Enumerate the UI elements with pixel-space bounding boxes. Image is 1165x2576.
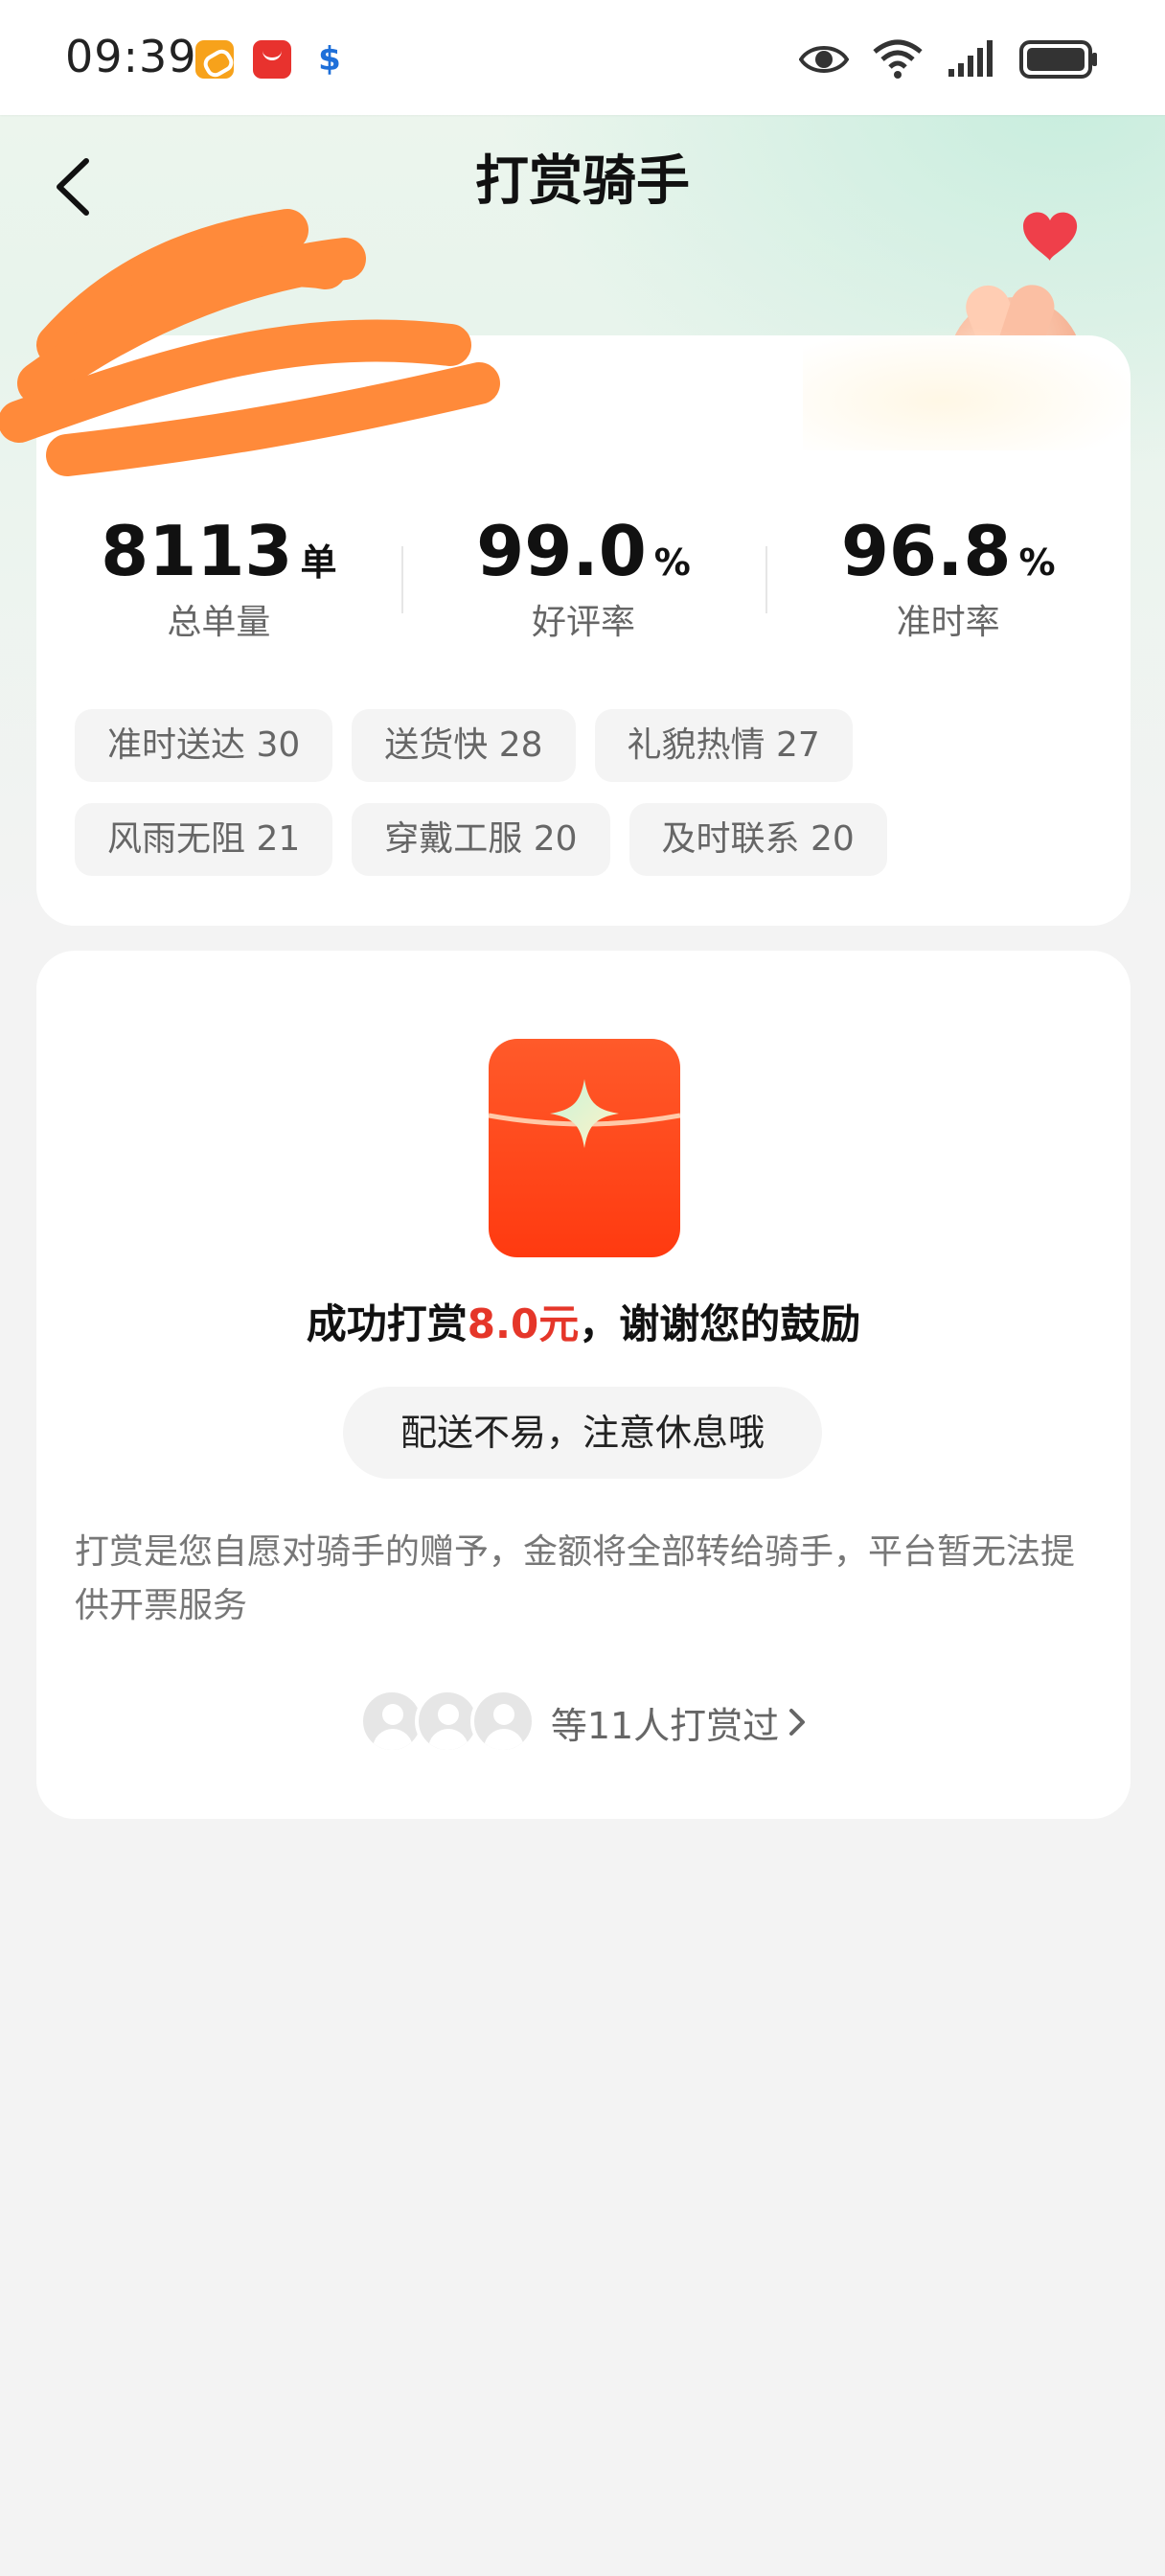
- stat-value: 99.0: [476, 511, 647, 591]
- tippers-count-label: 等11人打赏过: [550, 1704, 780, 1747]
- reward-msg-suffix: ，谢谢您的鼓励: [579, 1300, 861, 1347]
- stat-label: 准时率: [896, 603, 1000, 642]
- meituan-icon: [195, 40, 234, 79]
- huawei-store-icon: [253, 40, 291, 79]
- wifi-icon: [872, 38, 924, 80]
- reward-msg-prefix: 成功打赏: [306, 1300, 468, 1347]
- alipay-icon: $: [318, 40, 341, 79]
- review-tag: 礼貌热情 27: [594, 709, 853, 782]
- reward-notice: 打赏是您自愿对骑手的赠予，金额将全部转给骑手，平台暂无法提供开票服务: [75, 1532, 1076, 1625]
- reward-amount: 8.0元: [467, 1300, 580, 1347]
- stats-row: 8113 单 总单量 99.0% 好评率 96.8% 准时率: [36, 508, 1131, 661]
- avatar: [469, 1689, 536, 1754]
- tippers-link[interactable]: 等11人打赏过: [36, 1689, 1131, 1756]
- reward-card: 成功打赏8.0元，谢谢您的鼓励 配送不易，注意休息哦 打赏是您自愿对骑手的赠予，…: [36, 951, 1131, 1819]
- stat-value: 96.8: [840, 511, 1012, 591]
- eye-icon: [799, 42, 849, 77]
- stat-unit: 单: [300, 541, 337, 584]
- redacted-rider-name: [0, 209, 500, 476]
- stat-unit: %: [653, 541, 691, 584]
- status-time: 09:39: [65, 31, 197, 82]
- stat-unit: %: [1018, 541, 1056, 584]
- review-tag: 送货快 28: [352, 709, 576, 782]
- stat-value: 8113: [101, 511, 293, 591]
- review-tag: 风雨无阻 21: [75, 803, 333, 876]
- reward-success-message: 成功打赏8.0元，谢谢您的鼓励: [36, 1296, 1131, 1353]
- review-tag: 准时送达 30: [75, 709, 333, 782]
- status-bar: 09:39 $: [0, 0, 1165, 115]
- stat-total-orders: 8113 单 总单量: [36, 508, 401, 661]
- review-tag: 及时联系 20: [628, 803, 887, 876]
- stat-label: 总单量: [167, 603, 271, 642]
- page: 09:39 $ 打赏骑手 8113 单 总单量 99.0 % 好评率 96.8 …: [0, 0, 1165, 2576]
- review-tags: 准时送达 30 送货快 28 礼貌热情 27 风雨无阻 21 穿戴工服 20 及…: [75, 709, 1109, 897]
- battery-icon: [1019, 40, 1098, 79]
- stat-ontime-rate: 96.8% 准时率: [765, 508, 1131, 661]
- signal-icon: [947, 40, 996, 79]
- cheer-message: 配送不易，注意休息哦: [343, 1387, 822, 1479]
- chevron-right-icon: [789, 1709, 806, 1736]
- stat-label: 好评率: [532, 603, 636, 642]
- review-tag: 穿戴工服 20: [352, 803, 610, 876]
- red-envelope-icon: [489, 1039, 680, 1257]
- tipper-avatars: [358, 1689, 536, 1756]
- stat-positive-rate: 99.0% 好评率: [400, 508, 766, 661]
